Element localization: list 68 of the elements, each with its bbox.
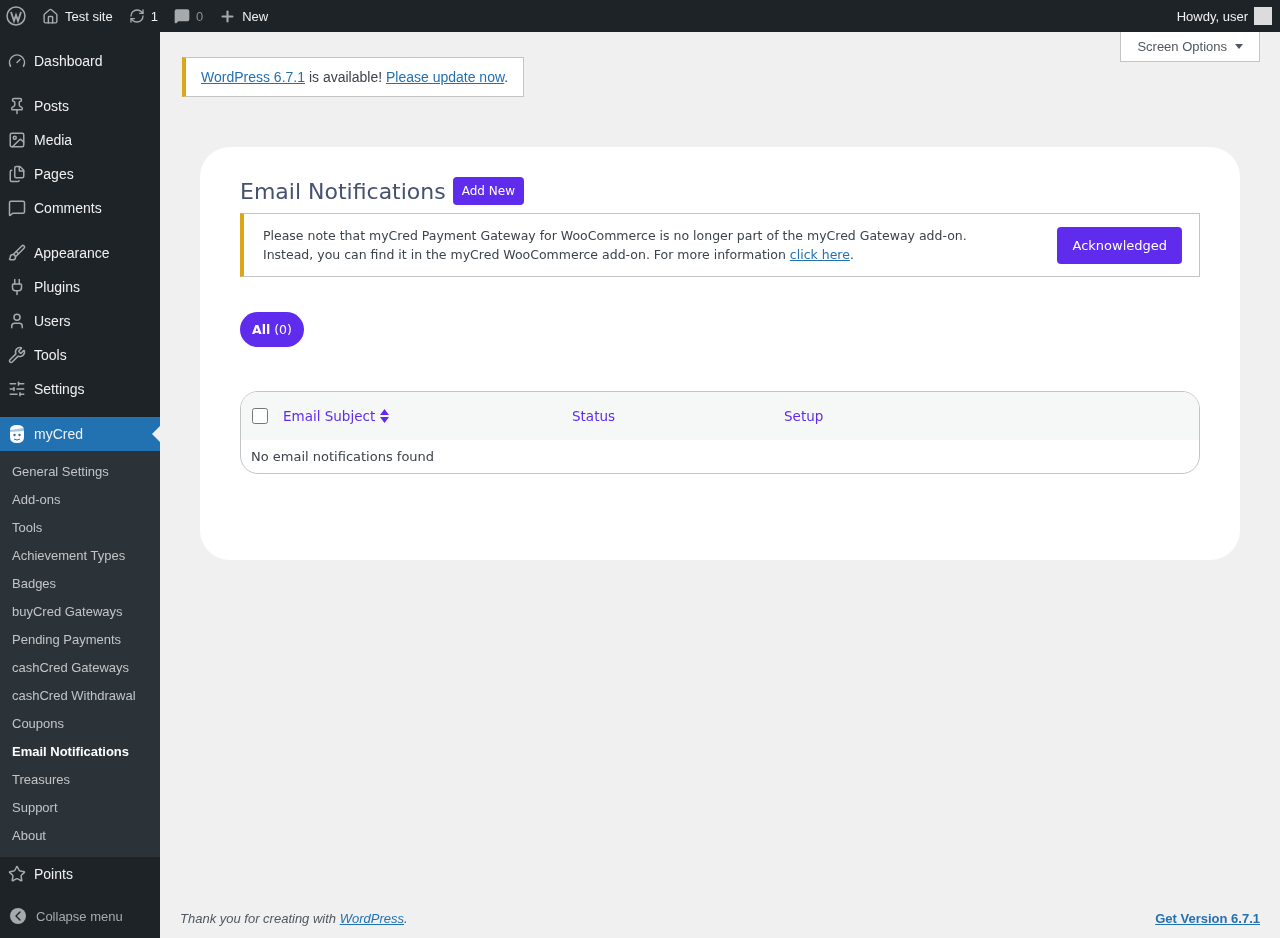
menu-item[interactable]: Settings	[0, 372, 160, 406]
site-name-link[interactable]: Test site	[42, 7, 113, 25]
menu-icon	[8, 199, 26, 217]
submenu-item[interactable]: Add-ons	[0, 486, 160, 514]
submenu-item[interactable]: Support	[0, 794, 160, 822]
comment-icon	[173, 8, 190, 24]
column-header[interactable]: Email Subject	[283, 408, 572, 424]
acknowledged-button[interactable]: Acknowledged	[1057, 226, 1182, 264]
greeting-text: Howdy, user	[1176, 8, 1248, 24]
menu-item[interactable]: Appearance	[0, 236, 160, 270]
menu-item[interactable]: Points	[0, 857, 160, 891]
menu-icon	[8, 131, 26, 149]
refresh-icon	[128, 8, 145, 24]
empty-message: No email notifications found	[250, 448, 436, 466]
sort-icon	[380, 409, 390, 423]
link[interactable]: click here	[789, 247, 850, 262]
menu-icon	[8, 865, 26, 883]
collapse-icon	[10, 908, 26, 924]
submenu-item[interactable]: cashCred Gateways	[0, 654, 160, 682]
submenu-item[interactable]: Pending Payments	[0, 626, 160, 654]
updates-link[interactable]: 1	[128, 8, 158, 24]
submenu-item[interactable]: Email Notifications	[0, 738, 160, 766]
update-notice: WordPress 6.7.1 is available! Please update now.	[182, 57, 525, 97]
submenu-item[interactable]: About	[0, 822, 160, 850]
column-header[interactable]: Status	[572, 408, 784, 424]
menu-icon	[8, 244, 26, 262]
menu-item[interactable]: Plugins	[0, 270, 160, 304]
menu-icon	[8, 312, 26, 330]
menu-icon	[8, 346, 26, 364]
menu-item[interactable]: Users	[0, 304, 160, 338]
link[interactable]: WordPress 6.7.1	[201, 69, 305, 85]
notice-text: Please note that myCred Payment Gateway for WooCommerce is no longer part of the myCred Gateway add-on. Instead, you can find it in the myCred WooCommerce add-on. For more information click here.	[263, 227, 967, 264]
submenu-item[interactable]: Treasures	[0, 766, 160, 794]
home-icon	[42, 7, 59, 25]
menu-item[interactable]: Dashboard	[0, 44, 160, 78]
submenu-item[interactable]: General Settings	[0, 458, 160, 486]
menu-item[interactable]: Tools	[0, 338, 160, 372]
menu-item[interactable]: Pages	[0, 157, 160, 191]
filter-tab[interactable]: All (0)	[240, 312, 304, 347]
menu-item[interactable]: myCred	[0, 417, 160, 451]
submenu-item[interactable]: Coupons	[0, 710, 160, 738]
footer-text: Thank you for creating with WordPress.	[180, 911, 408, 926]
menu-icon	[8, 380, 26, 398]
menu-icon	[8, 97, 26, 115]
submenu-item[interactable]: cashCred Withdrawal	[0, 682, 160, 710]
submenu-item[interactable]: buyCred Gateways	[0, 598, 160, 626]
mascot-face-icon	[8, 424, 26, 444]
add-new-button[interactable]: Add New	[452, 177, 524, 205]
submenu-item[interactable]: Achievement Types	[0, 542, 160, 570]
menu-icon	[8, 165, 26, 183]
menu-icon	[8, 52, 26, 70]
submenu-item[interactable]: Tools	[0, 514, 160, 542]
menu-item[interactable]: Comments	[0, 191, 160, 225]
wordpress-logo-icon[interactable]	[6, 6, 26, 26]
select-all-checkbox[interactable]	[252, 408, 268, 424]
page-title: Email Notifications	[240, 178, 446, 204]
collapse-menu-button[interactable]: Collapse menu	[0, 902, 160, 930]
version-link[interactable]: Get Version 6.7.1	[1155, 911, 1260, 926]
caret-icon	[1235, 44, 1243, 49]
comments-link[interactable]: 0	[173, 8, 204, 24]
column-header[interactable]: Setup	[784, 408, 1199, 424]
screen-options-button[interactable]: Screen Options	[1120, 32, 1260, 62]
submenu-item[interactable]: Badges	[0, 570, 160, 598]
menu-item[interactable]: Media	[0, 123, 160, 157]
new-link[interactable]: New	[219, 7, 269, 25]
menu-item[interactable]: Posts	[0, 89, 160, 123]
plus-icon	[219, 7, 237, 25]
link[interactable]: WordPress	[339, 911, 404, 926]
